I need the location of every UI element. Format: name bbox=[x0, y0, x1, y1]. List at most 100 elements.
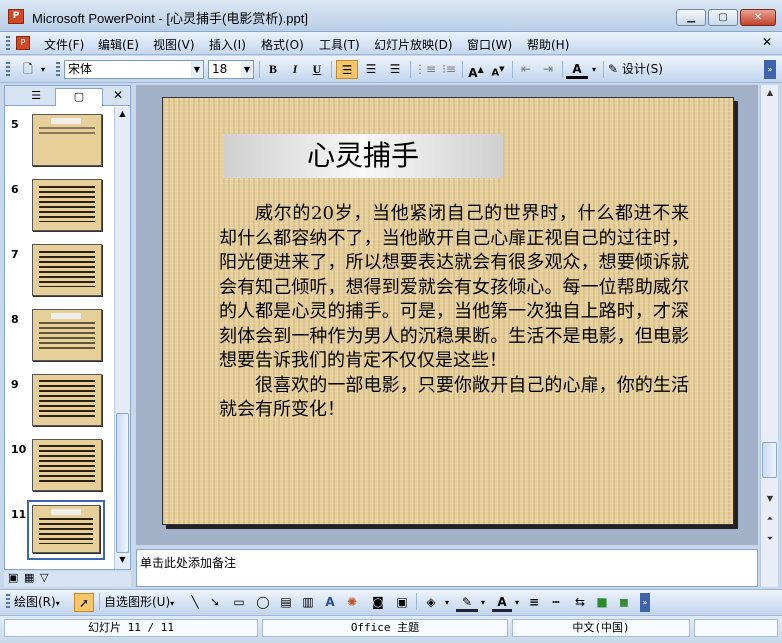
scroll-down-icon[interactable]: ▼ bbox=[762, 491, 778, 507]
arrow-icon[interactable]: ➘ bbox=[206, 593, 224, 612]
slide-body-text[interactable]: 威尔的20岁，当他紧闭自己的世界时，什么都进不来却什么都容纳不了，当他敞开自己心… bbox=[219, 202, 689, 423]
shadow-icon[interactable]: ■ bbox=[592, 593, 612, 612]
menu-close-icon[interactable]: ✕ bbox=[762, 35, 772, 49]
previous-slide-icon[interactable]: ⏶ bbox=[762, 511, 778, 527]
thumbnail-item[interactable]: 6 bbox=[5, 179, 115, 239]
font-color-icon[interactable]: A bbox=[566, 60, 588, 79]
slide-thumbnail[interactable] bbox=[32, 374, 102, 426]
slideshow-icon[interactable]: ▽ bbox=[40, 571, 48, 584]
slide-thumbnail[interactable] bbox=[32, 505, 100, 553]
menu-format[interactable]: 格式(O) bbox=[261, 36, 304, 53]
slide-thumbnail[interactable] bbox=[32, 179, 102, 231]
tab-outline[interactable]: ☰ bbox=[19, 88, 53, 104]
fill-color-icon[interactable]: ◈ bbox=[420, 593, 442, 612]
document-icon[interactable]: P bbox=[16, 36, 30, 50]
thumbnail-item[interactable]: 7 bbox=[5, 244, 115, 304]
slide-title[interactable]: 心灵捕手 bbox=[223, 134, 503, 178]
numbering-icon[interactable]: ⋮≡ bbox=[414, 60, 436, 79]
slide-thumbnail[interactable] bbox=[32, 114, 102, 166]
toolbar-options-icon[interactable]: » bbox=[640, 593, 650, 612]
menu-edit[interactable]: 编辑(E) bbox=[98, 36, 139, 53]
toolbar-grip[interactable] bbox=[6, 594, 10, 610]
slide-thumbnail[interactable] bbox=[32, 439, 102, 491]
autoshapes-button[interactable]: 自选图形(U)▾ bbox=[104, 593, 182, 612]
align-left-button[interactable]: ☰ bbox=[336, 60, 358, 79]
scroll-thumb[interactable] bbox=[762, 442, 777, 478]
thumbnail-item[interactable]: 11 bbox=[5, 500, 115, 562]
thumbnail-item[interactable]: 8 bbox=[5, 309, 115, 369]
font-color-dropdown-icon[interactable]: ▾ bbox=[589, 60, 599, 79]
bullets-icon[interactable]: ⁝≡ bbox=[438, 60, 460, 79]
menu-insert[interactable]: 插入(I) bbox=[209, 36, 246, 53]
chevron-down-icon[interactable]: ▼ bbox=[191, 61, 203, 78]
oval-icon[interactable]: ◯ bbox=[252, 593, 274, 612]
menu-view[interactable]: 视图(V) bbox=[153, 36, 195, 53]
underline-button[interactable]: U bbox=[307, 60, 327, 79]
font-size-combo[interactable]: 18 ▼ bbox=[208, 60, 254, 79]
menu-slideshow[interactable]: 幻灯片放映(D) bbox=[374, 36, 453, 53]
line-color-dropdown-icon[interactable]: ▾ bbox=[478, 593, 488, 612]
italic-button[interactable]: I bbox=[285, 60, 305, 79]
scroll-up-icon[interactable]: ▲ bbox=[762, 85, 778, 101]
toolbar-grip[interactable] bbox=[6, 62, 10, 78]
vertical-textbox-icon[interactable]: ▥ bbox=[298, 593, 318, 612]
select-pointer-icon[interactable]: ➚ bbox=[74, 593, 94, 612]
panel-scrollbar[interactable]: ▲ ▼ bbox=[114, 107, 130, 569]
thumbnail-item[interactable]: 9 bbox=[5, 374, 115, 434]
3d-icon[interactable]: ◼ bbox=[614, 593, 634, 612]
font-color-icon[interactable]: A bbox=[492, 593, 512, 612]
increase-indent-icon[interactable]: ⇥ bbox=[538, 60, 558, 79]
toolbar-grip[interactable] bbox=[6, 36, 10, 51]
close-button[interactable]: ✕ bbox=[740, 9, 776, 26]
rectangle-icon[interactable]: ▭ bbox=[228, 593, 250, 612]
line-icon[interactable]: ╲ bbox=[186, 593, 204, 612]
font-name-combo[interactable]: 宋体 ▼ bbox=[64, 60, 204, 79]
align-center-button[interactable]: ☰ bbox=[360, 60, 382, 79]
textbox-icon[interactable]: ▤ bbox=[276, 593, 296, 612]
new-document-icon[interactable]: 🗋 bbox=[18, 60, 38, 79]
font-color-dropdown-icon[interactable]: ▾ bbox=[512, 593, 522, 612]
line-color-icon[interactable]: ✎ bbox=[456, 593, 478, 612]
menu-window[interactable]: 窗口(W) bbox=[467, 36, 512, 53]
tab-slides[interactable]: ▢ bbox=[55, 88, 103, 106]
arrow-style-icon[interactable]: ⇆ bbox=[570, 593, 590, 612]
close-icon[interactable]: ✕ bbox=[111, 87, 125, 103]
thumbnail-item[interactable]: 5 bbox=[5, 114, 115, 174]
slide-canvas[interactable]: 心灵捕手 威尔的20岁，当他紧闭自己的世界时，什么都进不来却什么都容纳不了，当他… bbox=[162, 97, 734, 525]
next-slide-icon[interactable]: ⏷ bbox=[762, 531, 778, 547]
bold-button[interactable]: B bbox=[263, 60, 283, 79]
picture-icon[interactable]: ▣ bbox=[392, 593, 412, 612]
thumbnail-item[interactable]: 10 bbox=[5, 439, 115, 499]
dash-style-icon[interactable]: ┅ bbox=[546, 593, 566, 612]
maximize-button[interactable]: ▢ bbox=[708, 9, 738, 26]
minimize-button[interactable]: ▁ bbox=[676, 9, 706, 26]
clipart-icon[interactable]: ◙ bbox=[368, 593, 388, 612]
new-dropdown-icon[interactable]: ▾ bbox=[38, 60, 48, 79]
powerpoint-icon[interactable]: P bbox=[8, 9, 24, 24]
align-right-button[interactable]: ☰ bbox=[384, 60, 406, 79]
design-button[interactable]: ✎ 设计(S) bbox=[608, 60, 670, 79]
toolbar-grip[interactable] bbox=[56, 62, 60, 78]
menu-file[interactable]: 文件(F) bbox=[44, 36, 84, 53]
scroll-down-icon[interactable]: ▼ bbox=[115, 553, 130, 567]
increase-font-icon[interactable]: A▲ bbox=[466, 60, 486, 80]
slide-thumbnail[interactable] bbox=[32, 244, 102, 296]
notes-pane[interactable]: 单击此处添加备注 bbox=[136, 549, 758, 587]
scroll-thumb[interactable] bbox=[116, 413, 129, 553]
decrease-indent-icon[interactable]: ⇤ bbox=[516, 60, 536, 79]
wordart-icon[interactable]: A bbox=[320, 593, 340, 612]
scroll-up-icon[interactable]: ▲ bbox=[115, 107, 130, 121]
slide-thumbnail[interactable] bbox=[32, 309, 102, 361]
menu-help[interactable]: 帮助(H) bbox=[527, 36, 569, 53]
slide-scrollbar[interactable]: ▲ ▼ ⏶ ⏷ bbox=[760, 85, 778, 587]
slide-sorter-icon[interactable]: ▦ bbox=[24, 571, 34, 584]
diagram-icon[interactable]: ✺ bbox=[342, 593, 362, 612]
chevron-down-icon[interactable]: ▼ bbox=[241, 61, 253, 78]
normal-view-icon[interactable]: ▣ bbox=[8, 571, 18, 584]
fill-dropdown-icon[interactable]: ▾ bbox=[442, 593, 452, 612]
menu-tools[interactable]: 工具(T) bbox=[319, 36, 360, 53]
draw-menu-button[interactable]: 绘图(R)▾ bbox=[14, 593, 72, 612]
decrease-font-icon[interactable]: A▼ bbox=[488, 60, 508, 79]
line-style-icon[interactable]: ≡ bbox=[524, 593, 544, 612]
toolbar-options-icon[interactable]: » bbox=[764, 60, 776, 79]
